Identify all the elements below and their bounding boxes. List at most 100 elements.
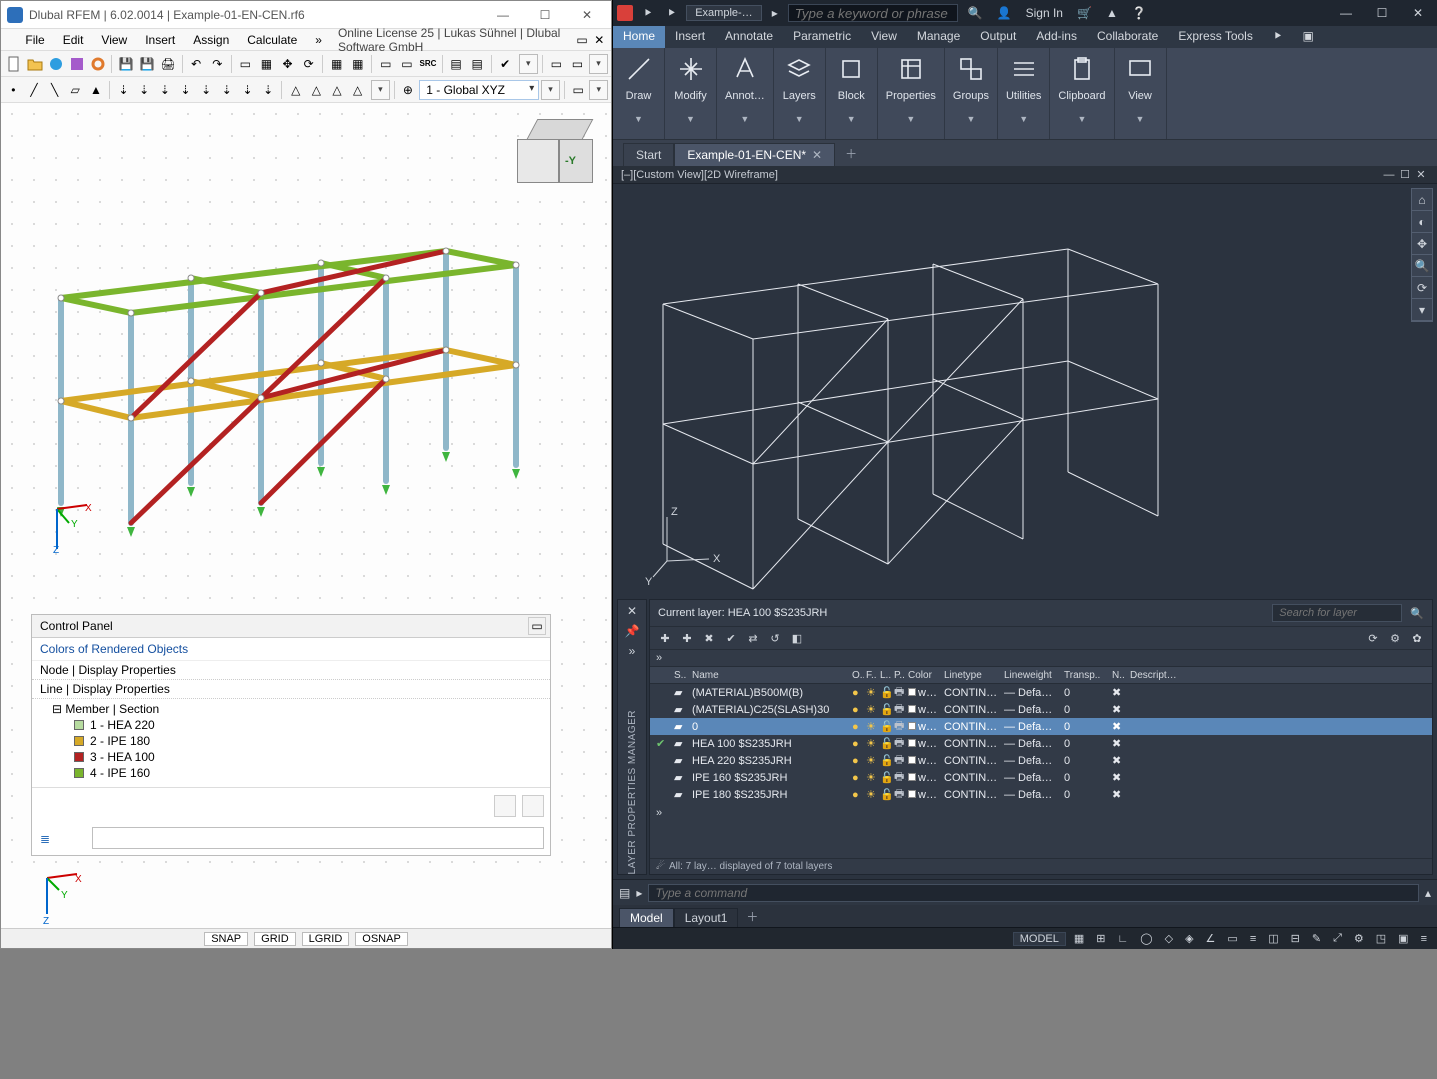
- lp-on-icon[interactable]: ●: [850, 721, 864, 733]
- cp-item[interactable]: 3 - HEA 100: [38, 749, 544, 765]
- toolbar2-overflow-2[interactable]: ▾: [541, 80, 560, 100]
- load3-icon[interactable]: ⇣: [156, 80, 175, 100]
- lp-ltype[interactable]: CONTIN…: [942, 721, 1002, 733]
- lp-tr[interactable]: 0: [1062, 687, 1110, 699]
- ribbon-panel-annot[interactable]: Annot… ▼: [717, 48, 774, 139]
- recent-icon[interactable]: [46, 54, 65, 74]
- menu-view[interactable]: View: [93, 31, 135, 49]
- lp-col[interactable]: N..: [1110, 670, 1128, 681]
- menu-view[interactable]: View: [861, 26, 907, 48]
- select-icon[interactable]: ▭: [236, 54, 255, 74]
- move-icon[interactable]: ✥: [278, 54, 297, 74]
- status-otrack-icon[interactable]: ∠: [1202, 932, 1220, 945]
- signin-link[interactable]: Sign In: [1022, 6, 1067, 20]
- cp-apply-icon[interactable]: [494, 795, 516, 817]
- lp-col[interactable]: Transp..: [1062, 670, 1110, 681]
- saveall-icon[interactable]: 💾: [138, 54, 157, 74]
- ribbon-panel-modify[interactable]: Modify ▼: [665, 48, 717, 139]
- rfem-viewport[interactable]: -Y: [1, 103, 611, 868]
- viewport-label[interactable]: [–][Custom View][2D Wireframe]: [621, 169, 778, 181]
- ribbon-dd-icon[interactable]: ▼: [1019, 102, 1028, 124]
- number2-icon[interactable]: ▭: [397, 54, 416, 74]
- menu-addins[interactable]: Add-ins: [1026, 26, 1087, 48]
- lp-freeze-icon[interactable]: ☀: [864, 703, 878, 716]
- menu-overflow[interactable]: ⯈: [1263, 26, 1293, 48]
- lp-newvp-icon[interactable]: ✖: [1110, 771, 1128, 784]
- node-icon[interactable]: •: [4, 80, 23, 100]
- tab-active-doc[interactable]: Example-01-EN-CEN*✕: [674, 143, 835, 166]
- save-disk-icon[interactable]: 💾: [116, 54, 135, 74]
- nav-wheel-icon[interactable]: ◐: [1412, 211, 1432, 233]
- lp-col[interactable]: Descript…: [1128, 670, 1428, 681]
- ribbon-dd-icon[interactable]: ▼: [634, 102, 643, 124]
- qat-dd-icon[interactable]: ▸: [768, 6, 782, 20]
- menu-edit[interactable]: Edit: [55, 31, 92, 49]
- lp-refresh-icon[interactable]: ⟳: [1364, 629, 1382, 647]
- lp-newvp-icon[interactable]: ✖: [1110, 686, 1128, 699]
- layer-row[interactable]: ▰ (MATERIAL)B500M(B) ● ☀ 🔓 🖶 wh… CONTIN……: [650, 684, 1432, 701]
- lp-on-icon[interactable]: ●: [850, 738, 864, 750]
- lp-settings-icon[interactable]: ⚙: [1386, 629, 1404, 647]
- menu-collaborate[interactable]: Collaborate: [1087, 26, 1168, 48]
- extra2-icon[interactable]: ▭: [568, 54, 587, 74]
- lp-col[interactable]: F..: [864, 670, 878, 681]
- vp-minimize-icon[interactable]: —: [1381, 169, 1397, 181]
- lp-col[interactable]: Lineweight: [1002, 670, 1062, 681]
- line-icon[interactable]: ╱: [25, 80, 44, 100]
- lp-match-icon[interactable]: ⇄: [744, 629, 762, 647]
- status-lwt-icon[interactable]: ≡: [1246, 933, 1260, 945]
- status-tpy-icon[interactable]: ◫: [1264, 932, 1282, 945]
- beam-icon[interactable]: ╲: [45, 80, 64, 100]
- rotate-icon[interactable]: ⟳: [299, 54, 318, 74]
- extra1-icon[interactable]: ▭: [547, 54, 566, 74]
- lp-color[interactable]: wh…: [906, 738, 942, 750]
- status-iso-icon[interactable]: ◳: [1372, 932, 1390, 945]
- status-gear-icon[interactable]: ⚙: [1350, 932, 1368, 945]
- nav-zoom-icon[interactable]: 🔍: [1412, 255, 1432, 277]
- ribbon-dd-icon[interactable]: ▼: [1078, 102, 1087, 124]
- layer-row[interactable]: ✔ ▰ HEA 100 $S235JRH ● ☀ 🔓 🖶 wh… CONTIN……: [650, 735, 1432, 752]
- lp-color[interactable]: wh…: [906, 789, 942, 801]
- lp-col[interactable]: O..: [850, 670, 864, 681]
- minimize-button[interactable]: —: [485, 8, 521, 22]
- lp-previous-icon[interactable]: ↺: [766, 629, 784, 647]
- lp-on-icon[interactable]: ●: [850, 704, 864, 716]
- nav-home-icon[interactable]: ⌂: [1412, 189, 1432, 211]
- layer-row[interactable]: ▰ HEA 220 $S235JRH ● ☀ 🔓 🖶 wh… CONTIN… —…: [650, 752, 1432, 769]
- lp-color[interactable]: wh…: [906, 721, 942, 733]
- lp-col[interactable]: L..: [878, 670, 892, 681]
- lp-freeze-icon[interactable]: ☀: [864, 788, 878, 801]
- layer-row[interactable]: ▰ IPE 160 $S235JRH ● ☀ 🔓 🖶 wh… CONTIN… —…: [650, 769, 1432, 786]
- layout-tab-model[interactable]: Model: [619, 908, 674, 927]
- nav-pan-icon[interactable]: ✥: [1412, 233, 1432, 255]
- check-icon[interactable]: ✔: [496, 54, 515, 74]
- status-snap-icon[interactable]: ⊞: [1092, 932, 1109, 945]
- lp-lw[interactable]: — Defa…: [1002, 687, 1062, 699]
- layout-tab-add[interactable]: ＋: [738, 906, 766, 927]
- minimize-button[interactable]: —: [1331, 6, 1361, 20]
- tab-start[interactable]: Start: [623, 143, 674, 166]
- lp-expand-icon[interactable]: »: [656, 807, 662, 819]
- status-lgrid[interactable]: LGRID: [302, 932, 350, 946]
- lp-tr[interactable]: 0: [1062, 704, 1110, 716]
- maximize-button[interactable]: ☐: [1367, 6, 1397, 20]
- ribbon-dd-icon[interactable]: ▼: [1136, 102, 1145, 124]
- cp-item[interactable]: 4 - IPE 160: [38, 765, 544, 781]
- lp-col[interactable]: Color: [906, 670, 942, 681]
- status-clean-icon[interactable]: ▣: [1394, 932, 1412, 945]
- lp-newvp-icon[interactable]: ✖: [1110, 788, 1128, 801]
- lp-freeze-icon[interactable]: ☀: [864, 720, 878, 733]
- lp-lock-icon[interactable]: 🔓: [878, 737, 892, 750]
- apps-icon[interactable]: ▲: [1102, 6, 1122, 20]
- lp-col[interactable]: S..: [672, 670, 690, 681]
- cp-filter-input[interactable]: [92, 827, 544, 849]
- status-grid[interactable]: GRID: [254, 932, 296, 946]
- lp-options-icon[interactable]: ✿: [1408, 629, 1426, 647]
- undo-icon[interactable]: ↶: [187, 54, 206, 74]
- cmd-expand-icon[interactable]: ▴: [1425, 886, 1431, 900]
- lp-ltype[interactable]: CONTIN…: [942, 704, 1002, 716]
- menu-assign[interactable]: Assign: [185, 31, 237, 49]
- close-button[interactable]: ✕: [1403, 6, 1433, 20]
- lp-newvp-icon[interactable]: ✖: [1110, 737, 1128, 750]
- lp-newvp-icon[interactable]: ✖: [1110, 754, 1128, 767]
